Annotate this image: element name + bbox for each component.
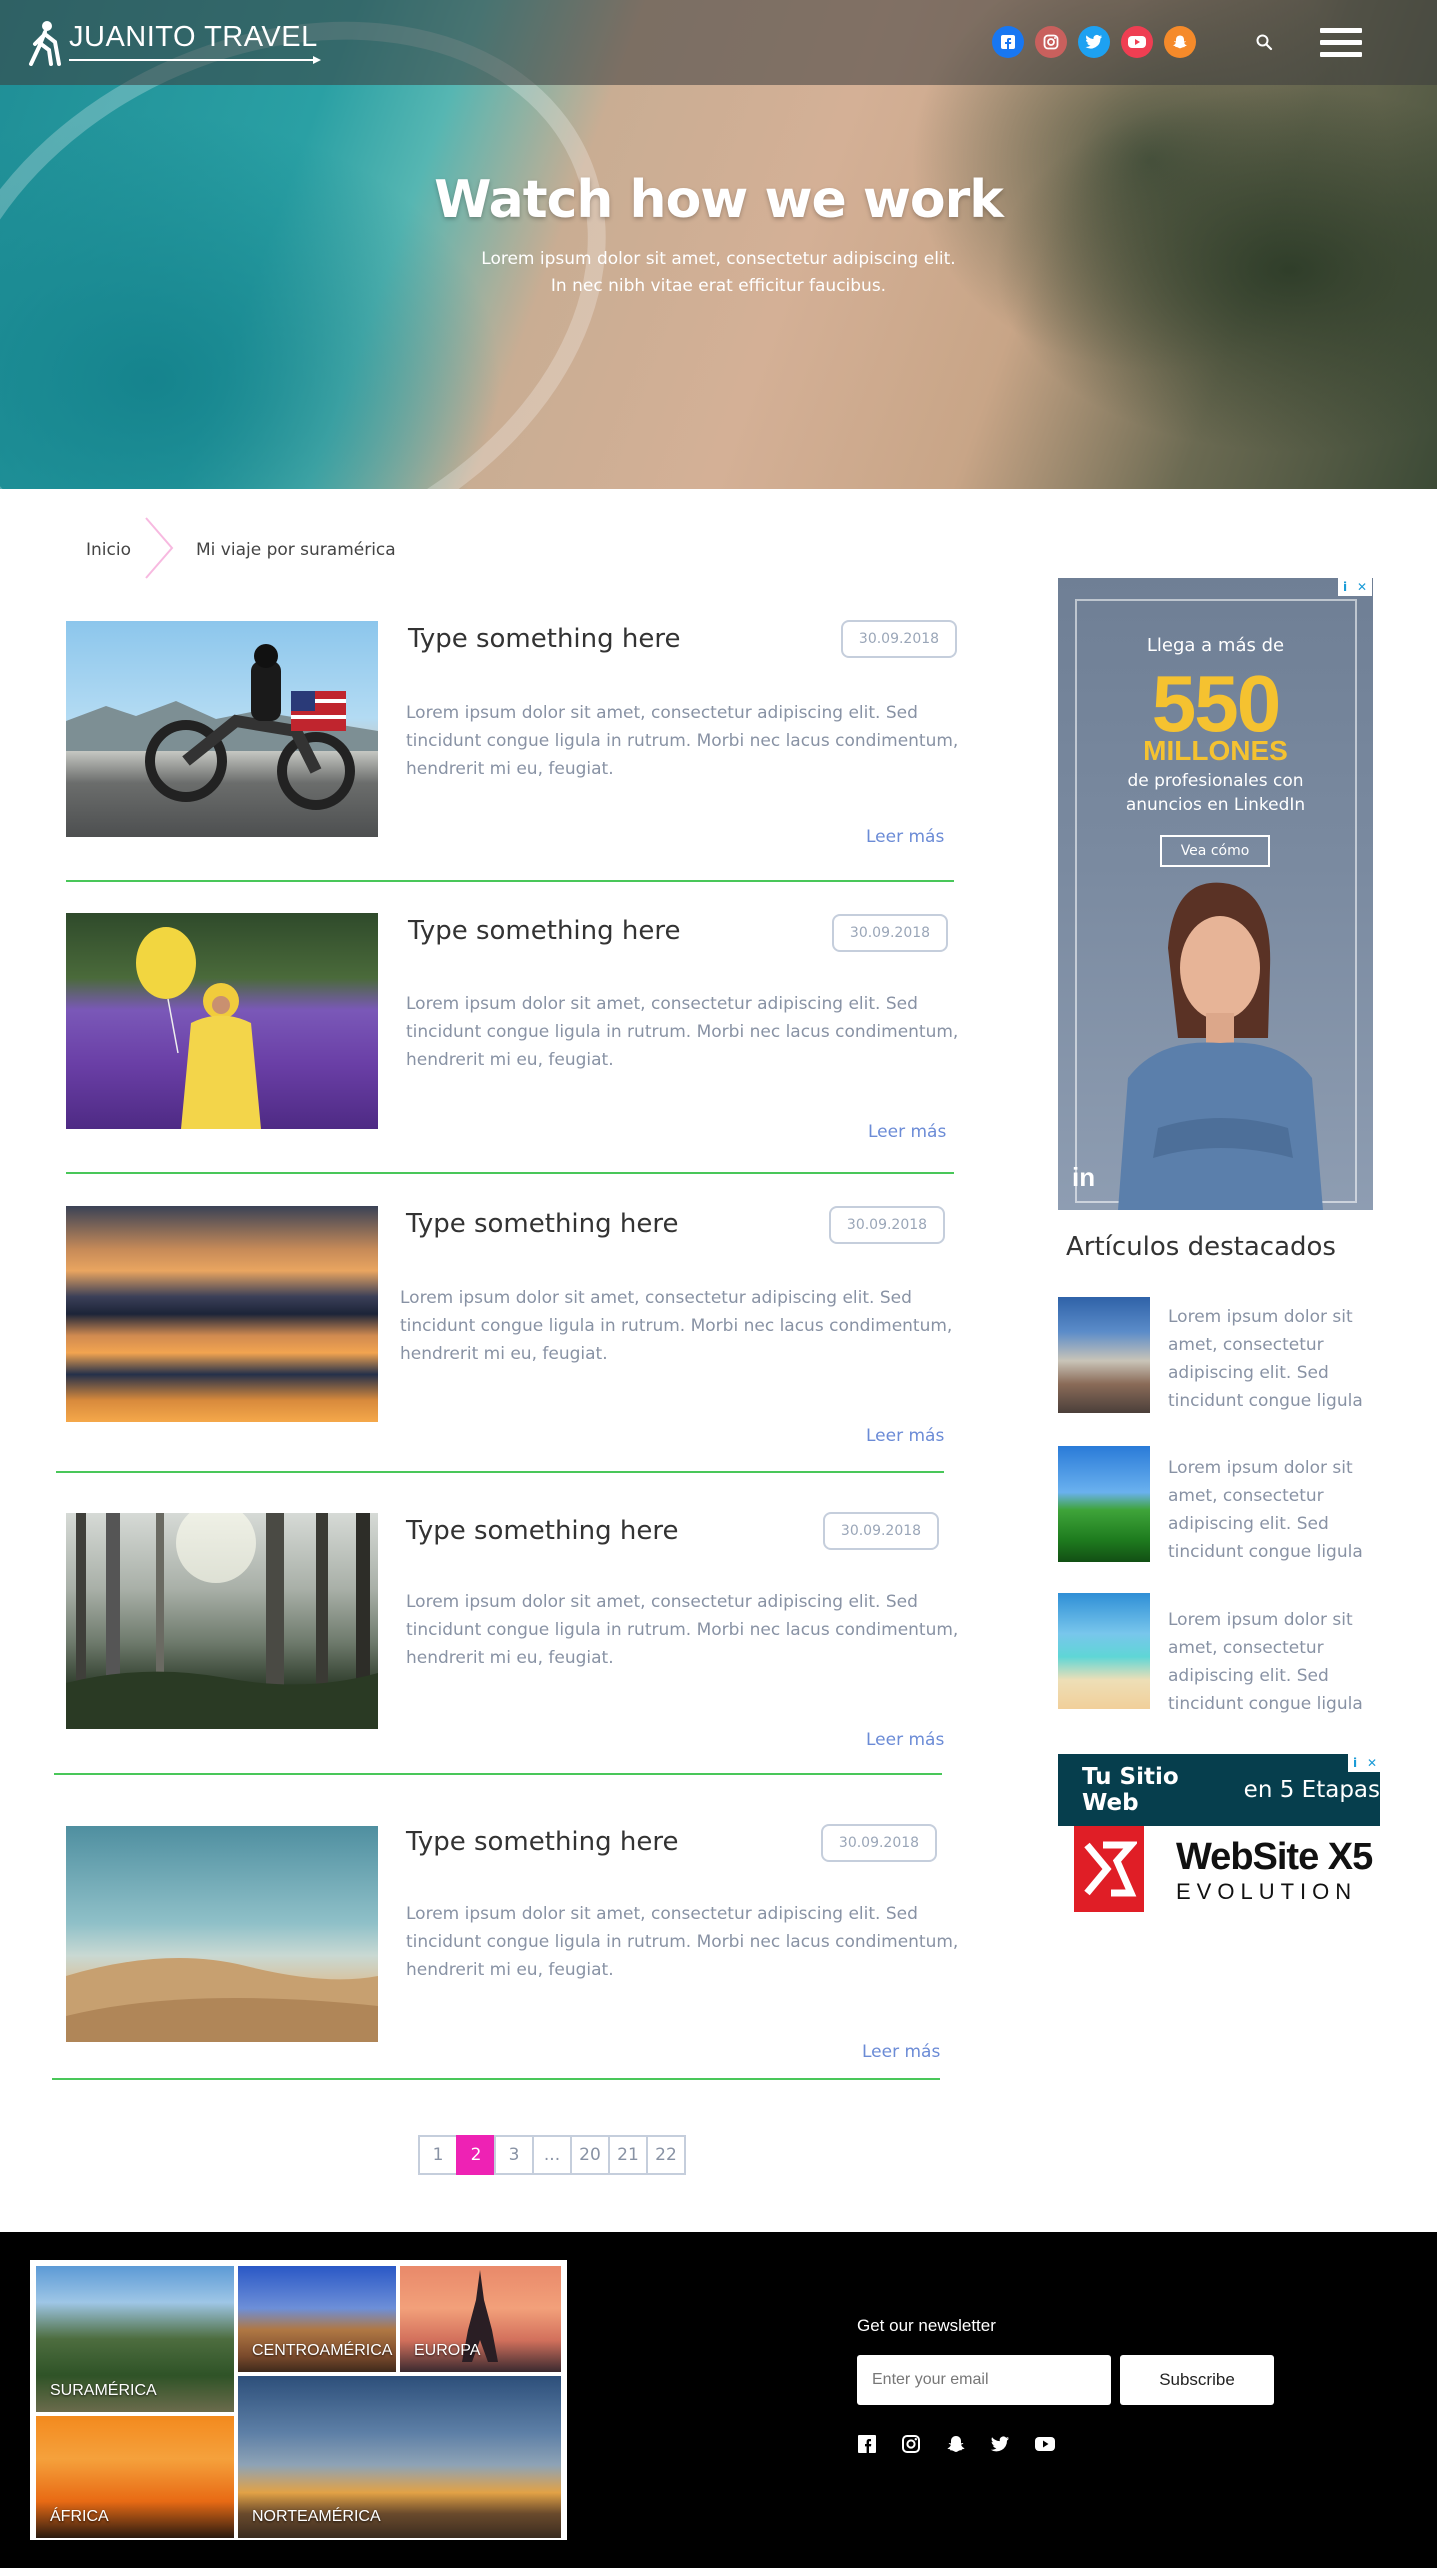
article-excerpt: Lorem ipsum dolor sit amet, consectetur … — [400, 1288, 953, 1364]
facebook-icon[interactable] — [857, 2434, 877, 2454]
ad-headline: Tu Sitio Web en 5 Etapas — [1058, 1754, 1380, 1826]
ad-unit: MILLONES — [1143, 735, 1288, 766]
article-title[interactable]: Type something here — [406, 1827, 679, 1857]
article-divider — [52, 2078, 940, 2080]
hamburger-menu-icon[interactable] — [1320, 28, 1362, 60]
ad-line-1: Llega a más de — [1146, 635, 1285, 656]
page-21-button[interactable]: 21 — [608, 2135, 648, 2175]
brand-name: JUANITO TRAVEL — [69, 20, 318, 53]
youtube-icon[interactable] — [1121, 26, 1153, 58]
ad-product-name: WebSite X5 — [1176, 1836, 1373, 1878]
breadcrumb-chevron-icon — [145, 517, 174, 579]
article-image[interactable] — [66, 1206, 378, 1422]
instagram-icon[interactable] — [901, 2434, 921, 2454]
featured-text[interactable]: Lorem ipsum dolor sit amet, consectetur … — [1168, 1454, 1368, 1566]
snapchat-icon[interactable] — [946, 2434, 966, 2454]
article-title[interactable]: Type something here — [406, 1209, 679, 1239]
facebook-icon[interactable] — [992, 26, 1024, 58]
ad-headline-bold: Tu Sitio Web — [1082, 1764, 1179, 1816]
region-label: CENTROAMÉRICA — [252, 2342, 393, 2359]
websitex5-ad[interactable]: Tu Sitio Web en 5 Etapas i ✕ WebSite X5 E… — [1058, 1754, 1382, 1914]
page-ellipsis: ... — [532, 2135, 572, 2175]
instagram-icon[interactable] — [1035, 26, 1067, 58]
linkedin-ad[interactable]: i ✕ Llega a más de 550 MILLONES de profes… — [1058, 578, 1373, 1210]
page-1-button[interactable]: 1 — [418, 2135, 458, 2175]
region-label: EUROPA — [414, 2342, 481, 2359]
article-date-badge: 30.09.2018 — [821, 1824, 937, 1862]
article-date-badge: 30.09.2018 — [829, 1206, 945, 1244]
read-more-link[interactable]: Leer más — [862, 2042, 940, 2062]
newsletter-email-input[interactable] — [857, 2355, 1111, 2405]
ad-cta-button[interactable]: Vea cómo — [1160, 835, 1270, 867]
read-more-link[interactable]: Leer más — [866, 1730, 944, 1750]
article-title[interactable]: Type something here — [406, 1516, 679, 1546]
region-tile-centroamerica[interactable]: CENTROAMÉRICA — [238, 2266, 396, 2372]
featured-text[interactable]: Lorem ipsum dolor sit amet, consectetur … — [1168, 1303, 1368, 1415]
page-2-button[interactable]: 2 — [456, 2135, 496, 2175]
adchoices-icon[interactable]: i ✕ — [1338, 578, 1372, 596]
article-image[interactable] — [66, 621, 378, 837]
twitter-icon[interactable] — [1078, 26, 1110, 58]
article-date-badge: 30.09.2018 — [832, 914, 948, 952]
ad-line-3: anuncios en LinkedIn — [1125, 795, 1306, 815]
region-tile-norteamerica[interactable]: NORTEAMÉRICA — [238, 2376, 561, 2538]
region-label: ÁFRICA — [50, 2508, 109, 2525]
article-date-badge: 30.09.2018 — [841, 620, 957, 658]
linkedin-logo: in — [1072, 1162, 1096, 1192]
ad-line-2: de profesionales con — [1127, 771, 1304, 791]
article-excerpt: Lorem ipsum dolor sit amet, consectetur … — [406, 994, 959, 1070]
featured-text[interactable]: Lorem ipsum dolor sit amet, consectetur … — [1168, 1606, 1368, 1718]
article-excerpt: Lorem ipsum dolor sit amet, consectetur … — [406, 1592, 959, 1668]
snapchat-icon[interactable] — [1164, 26, 1196, 58]
featured-articles-title: Artículos destacados — [1066, 1232, 1336, 1262]
featured-image[interactable] — [1058, 1593, 1150, 1709]
twitter-icon[interactable] — [990, 2434, 1010, 2454]
read-more-link[interactable]: Leer más — [868, 1122, 946, 1142]
region-tile-europa[interactable]: EUROPA — [400, 2266, 561, 2372]
article-image[interactable] — [66, 913, 378, 1129]
read-more-link[interactable]: Leer más — [866, 1426, 944, 1446]
region-label: NORTEAMÉRICA — [252, 2508, 381, 2525]
page-20-button[interactable]: 20 — [570, 2135, 610, 2175]
article-image[interactable] — [66, 1513, 378, 1729]
article-divider — [66, 1172, 954, 1174]
article-title[interactable]: Type something here — [408, 624, 681, 654]
ad-product-sub: EVOLUTION — [1176, 1879, 1358, 1904]
youtube-icon[interactable] — [1035, 2434, 1055, 2454]
featured-image[interactable] — [1058, 1297, 1150, 1413]
hero-subtitle-line-1: Lorem ipsum dolor sit amet, consectetur … — [481, 249, 956, 269]
read-more-link[interactable]: Leer más — [866, 827, 944, 847]
region-mosaic: SURAMÉRICA CENTROAMÉRICA EUROPA ÁFRICA N… — [30, 2260, 567, 2540]
page-22-button[interactable]: 22 — [646, 2135, 686, 2175]
article-date-badge: 30.09.2018 — [823, 1512, 939, 1550]
article-divider — [54, 1773, 942, 1775]
site-logo[interactable]: JUANITO TRAVEL — [25, 18, 321, 68]
ad-headline-rest: en 5 Etapas — [1236, 1777, 1380, 1803]
breadcrumb-current: Mi viaje por suramérica — [196, 540, 396, 560]
search-icon[interactable] — [1255, 33, 1273, 51]
walker-logo-icon — [29, 21, 61, 66]
page-3-button[interactable]: 3 — [494, 2135, 534, 2175]
pagination: 1 2 3 ... 20 21 22 — [418, 2135, 686, 2175]
article-divider — [56, 1471, 944, 1473]
hero-subtitle-line-2: In nec nibh vitae erat efficitur faucibu… — [550, 276, 887, 296]
region-tile-africa[interactable]: ÁFRICA — [36, 2416, 234, 2538]
adchoices-icon[interactable]: i ✕ — [1348, 1754, 1382, 1772]
article-title[interactable]: Type something here — [408, 916, 681, 946]
subscribe-button[interactable]: Subscribe — [1120, 2355, 1274, 2405]
region-label: SURAMÉRICA — [50, 2382, 157, 2399]
featured-image[interactable] — [1058, 1446, 1150, 1562]
region-tile-suramerica[interactable]: SURAMÉRICA — [36, 2266, 234, 2412]
hero-title: Watch how we work — [434, 170, 1004, 230]
breadcrumb-home-link[interactable]: Inicio — [86, 540, 131, 560]
newsletter-title: Get our newsletter — [857, 2316, 996, 2335]
article-excerpt: Lorem ipsum dolor sit amet, consectetur … — [406, 703, 959, 779]
article-divider — [66, 880, 954, 882]
ad-person-photo — [1118, 882, 1323, 1210]
article-image[interactable] — [66, 1826, 378, 2042]
x5-logo-icon — [1074, 1826, 1144, 1912]
logo-underline-arrow — [69, 56, 321, 64]
article-excerpt: Lorem ipsum dolor sit amet, consectetur … — [406, 1904, 959, 1980]
